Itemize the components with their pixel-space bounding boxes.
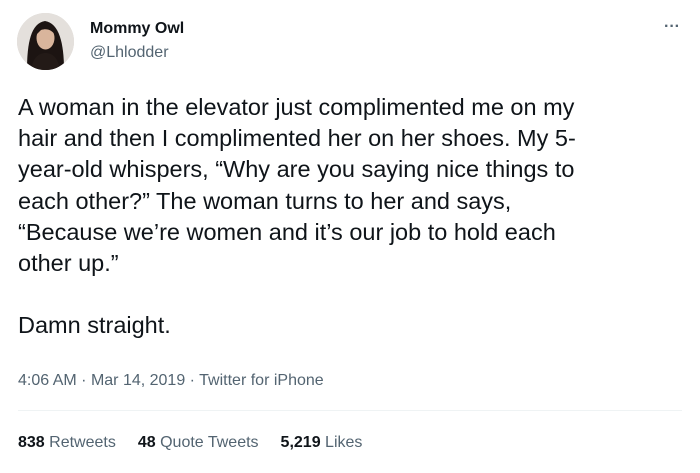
meta-separator: · bbox=[189, 372, 195, 389]
tweet-date[interactable]: Mar 14, 2019 bbox=[91, 372, 185, 389]
tweet-stats: 838 Retweets 48 Quote Tweets 5,219 Likes bbox=[18, 433, 362, 453]
retweets-label: Retweets bbox=[49, 434, 116, 451]
retweets-count: 838 bbox=[18, 434, 45, 451]
tweet-header: Mommy Owl @Lhlodder bbox=[17, 13, 184, 70]
user-names: Mommy Owl @Lhlodder bbox=[90, 19, 184, 63]
display-name[interactable]: Mommy Owl bbox=[90, 19, 184, 39]
tweet-source[interactable]: Twitter for iPhone bbox=[199, 372, 324, 389]
tweet-meta: 4:06 AM · Mar 14, 2019 · Twitter for iPh… bbox=[18, 371, 324, 391]
avatar-image bbox=[17, 13, 74, 70]
divider bbox=[18, 410, 682, 411]
tweet-text: A woman in the elevator just complimente… bbox=[18, 94, 576, 339]
quote-tweets-stat[interactable]: 48 Quote Tweets bbox=[138, 433, 259, 453]
more-horizontal-icon[interactable]: ··· bbox=[664, 19, 680, 35]
meta-separator: · bbox=[81, 372, 87, 389]
user-handle[interactable]: @Lhlodder bbox=[90, 43, 184, 63]
avatar[interactable] bbox=[17, 13, 74, 70]
likes-stat[interactable]: 5,219 Likes bbox=[281, 433, 363, 453]
retweets-stat[interactable]: 838 Retweets bbox=[18, 433, 116, 453]
tweet-card: Mommy Owl @Lhlodder ··· A woman in the e… bbox=[0, 0, 700, 473]
quote-tweets-label: Quote Tweets bbox=[160, 434, 259, 451]
likes-count: 5,219 bbox=[280, 434, 321, 451]
tweet-time[interactable]: 4:06 AM bbox=[18, 372, 77, 389]
quote-tweets-count: 48 bbox=[137, 434, 156, 451]
likes-label: Likes bbox=[325, 434, 363, 451]
